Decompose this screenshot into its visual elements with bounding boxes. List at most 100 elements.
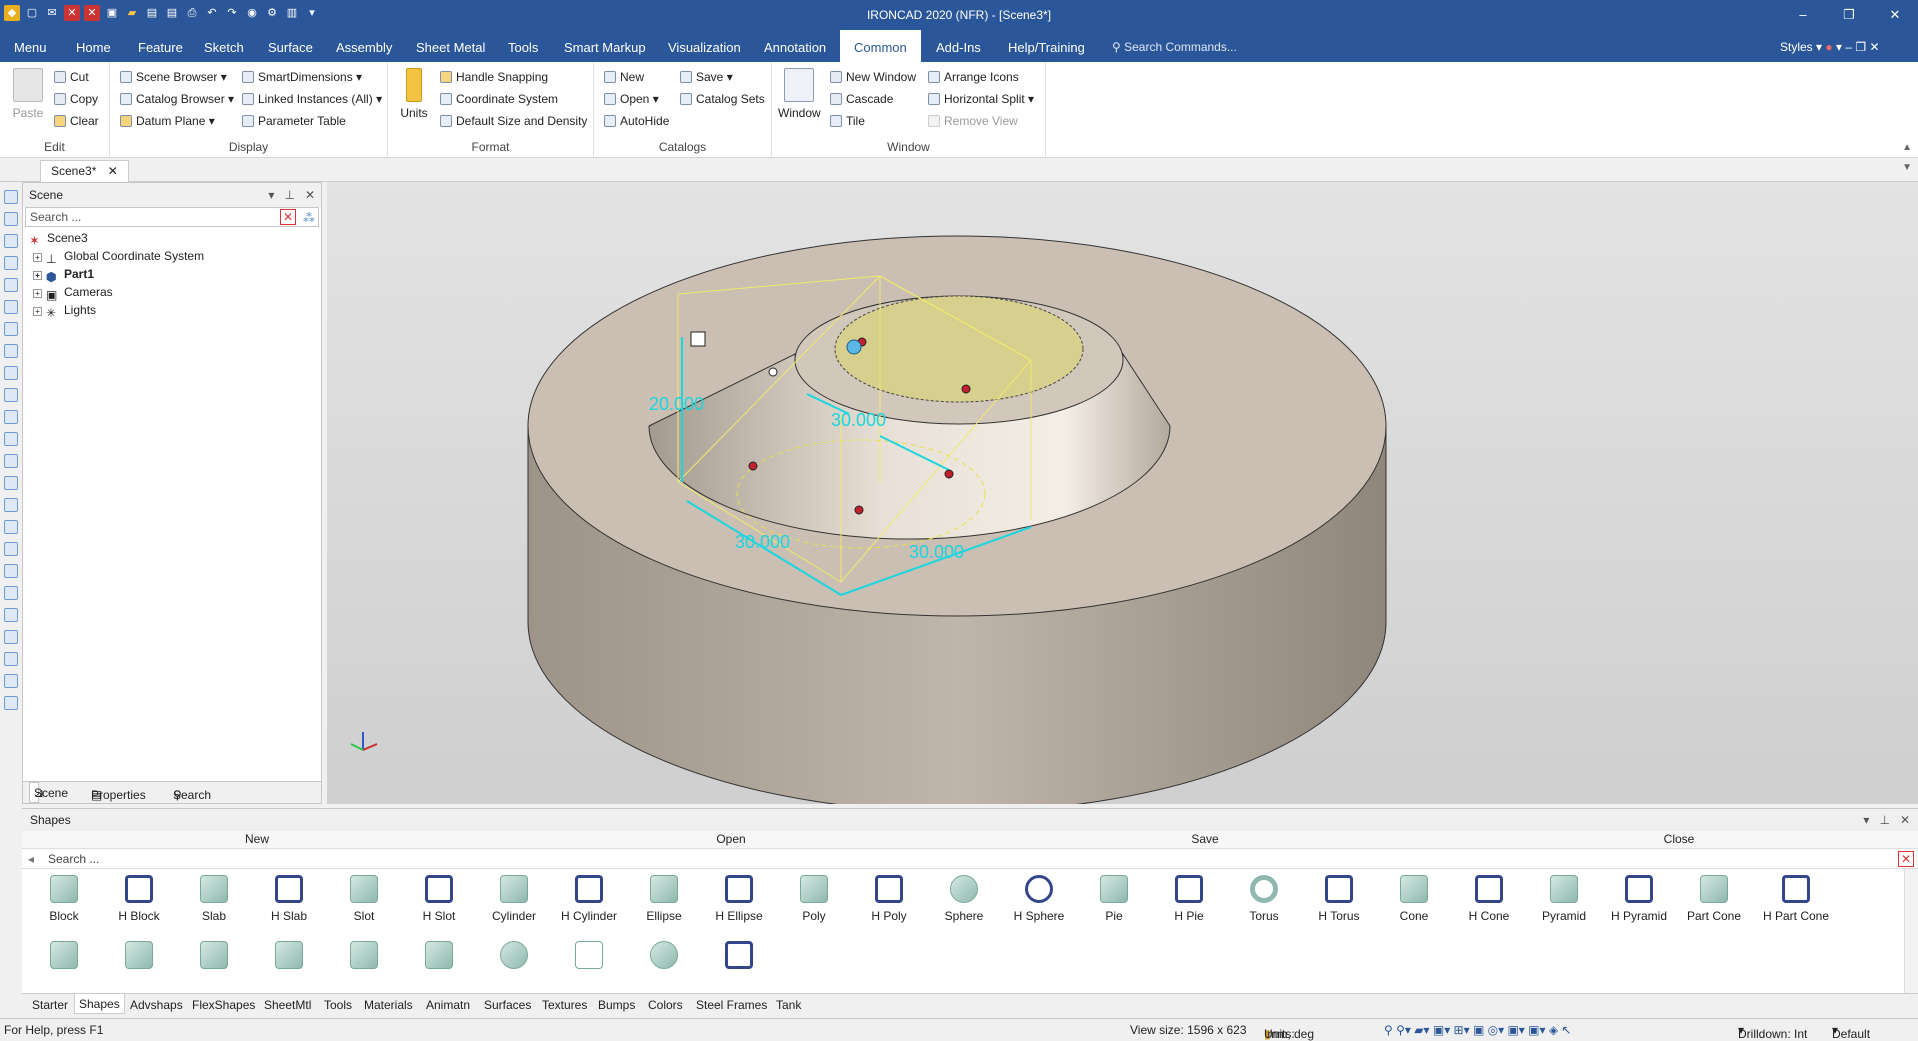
catalog-tab-steel-frames[interactable]: Steel Frames	[696, 998, 767, 1012]
shape-extra-4[interactable]	[251, 941, 327, 975]
cut-button[interactable]: Cut	[54, 70, 89, 84]
tab-feature[interactable]: Feature	[130, 30, 191, 62]
shapes-search-input[interactable]: ◂ Search ... ✕	[22, 849, 1918, 869]
tool-icon-14[interactable]	[4, 476, 18, 490]
tool-icon-10[interactable]	[4, 388, 18, 402]
selected-face[interactable]	[834, 295, 1084, 403]
catalog-tab-textures[interactable]: Textures	[542, 998, 587, 1012]
tool-icon-6[interactable]	[4, 300, 18, 314]
catalog-tab-flexshapes[interactable]: FlexShapes	[192, 998, 255, 1012]
shape-h-ellipse[interactable]: H Ellipse	[701, 875, 777, 923]
expand-icon[interactable]: +	[33, 289, 42, 298]
close-tab-icon[interactable]: ✕	[108, 164, 118, 178]
style-selector[interactable]: Default ▾	[1832, 1023, 1870, 1041]
catalog-tab-animatn[interactable]: Animatn	[426, 998, 470, 1012]
minimize-ribbon-icon[interactable]: –	[1845, 40, 1852, 54]
shape-h-pyramid[interactable]: H Pyramid	[1601, 875, 1677, 923]
catalog-browser-button[interactable]: Catalog Browser ▾	[120, 92, 234, 106]
styles-menu[interactable]: Styles ▾ ● ▾ – ❐ ✕	[1780, 40, 1880, 54]
shape-extra-9[interactable]	[626, 941, 702, 975]
tool-icon-16[interactable]	[4, 520, 18, 534]
catalog-tab-starter[interactable]: Starter	[32, 998, 68, 1012]
catalog-open-button[interactable]: Open	[496, 832, 966, 846]
filter-icon[interactable]: ⁂	[303, 209, 315, 227]
shape-extra-8[interactable]	[551, 941, 627, 975]
tool-icon-21[interactable]	[4, 630, 18, 644]
tile-button[interactable]: Tile	[830, 114, 865, 128]
shape-extra-5[interactable]	[326, 941, 402, 975]
shape-h-torus[interactable]: H Torus	[1301, 875, 1377, 923]
expand-icon[interactable]: +	[33, 307, 42, 316]
tool-icon-8[interactable]	[4, 344, 18, 358]
tool-icon-2[interactable]	[4, 212, 18, 226]
catalog-tab-shapes[interactable]: Shapes	[74, 994, 125, 1014]
tool-icon-5[interactable]	[4, 278, 18, 292]
tab-visualization[interactable]: Visualization	[660, 30, 749, 62]
coordinate-system-button[interactable]: Coordinate System	[440, 92, 558, 106]
units-display[interactable]: ▮ Units: mm, deg	[1264, 1023, 1314, 1041]
tab-assembly[interactable]: Assembly	[328, 30, 400, 62]
shape-h-pie[interactable]: H Pie	[1151, 875, 1227, 923]
shape-h-part-cone[interactable]: H Part Cone	[1751, 875, 1841, 923]
tool-icon-23[interactable]	[4, 674, 18, 688]
shape-cone[interactable]: Cone	[1376, 875, 1452, 923]
catalog-tab-tools[interactable]: Tools	[324, 998, 352, 1012]
catalog-tab-colors[interactable]: Colors	[648, 998, 683, 1012]
scene-browser-button[interactable]: Scene Browser ▾	[120, 70, 227, 84]
tool-icon-15[interactable]	[4, 498, 18, 512]
close-panel-icon[interactable]: ✕	[305, 188, 315, 202]
tab-tools[interactable]: Tools	[500, 30, 546, 62]
scene-search-input[interactable]: Search ... ✕ ⁂	[25, 207, 319, 227]
top-dimension-label[interactable]: 30.000	[831, 410, 886, 430]
arrange-icons-button[interactable]: Arrange Icons	[928, 70, 1019, 84]
shape-h-slot[interactable]: H Slot	[401, 875, 477, 923]
tool-icon-7[interactable]	[4, 322, 18, 336]
help-icon[interactable]: ●	[1825, 40, 1832, 54]
horizontal-split-button[interactable]: Horizontal Split ▾	[928, 92, 1034, 106]
catalog-tab-surfaces[interactable]: Surfaces	[484, 998, 531, 1012]
right-dimension-label[interactable]: 30.000	[909, 542, 964, 562]
tool-icon-4[interactable]	[4, 256, 18, 270]
shape-h-poly[interactable]: H Poly	[851, 875, 927, 923]
copy-button[interactable]: Copy	[54, 92, 98, 106]
tab-home[interactable]: Home	[68, 30, 119, 62]
pin-icon[interactable]: ⊥	[284, 188, 294, 202]
tree-item-cameras[interactable]: + ▣ Cameras	[27, 283, 317, 302]
smart-dimensions-button[interactable]: SmartDimensions ▾	[242, 70, 362, 84]
shape-h-cylinder[interactable]: H Cylinder	[551, 875, 627, 923]
tree-item-global-coordinate-system[interactable]: + ⊥ Global Coordinate System	[27, 247, 317, 266]
height-dimension-label[interactable]: 20.000	[649, 394, 704, 414]
tool-icon-3[interactable]	[4, 234, 18, 248]
catalog-save-button[interactable]: Save ▾	[680, 70, 733, 84]
datum-plane-button[interactable]: Datum Plane ▾	[120, 114, 215, 128]
catalog-save-button[interactable]: Save	[970, 832, 1440, 846]
tool-icon-19[interactable]	[4, 586, 18, 600]
new-window-button[interactable]: New Window	[830, 70, 916, 84]
shape-cylinder[interactable]: Cylinder	[476, 875, 552, 923]
remove-view-button[interactable]: Remove View	[928, 114, 1018, 128]
linked-instances-button[interactable]: Linked Instances (All) ▾	[242, 92, 382, 106]
tab-help-training[interactable]: Help/Training	[1000, 30, 1093, 62]
3d-viewport[interactable]: 20.000 30.000 30.000 30.000	[327, 182, 1918, 804]
autohide-button[interactable]: AutoHide	[604, 114, 669, 128]
tab-sketch[interactable]: Sketch	[196, 30, 252, 62]
shape-h-block[interactable]: H Block	[101, 875, 177, 923]
catalog-new-button[interactable]: New	[22, 832, 492, 846]
model-view[interactable]: 20.000 30.000 30.000 30.000	[327, 182, 1918, 804]
document-tab-scene3[interactable]: Scene3* ✕	[40, 160, 129, 182]
tool-icon-22[interactable]	[4, 652, 18, 666]
tool-icon-12[interactable]	[4, 432, 18, 446]
tool-icon-24[interactable]	[4, 696, 18, 710]
clear-search-icon[interactable]: ✕	[280, 209, 296, 225]
close-panel-icon[interactable]: ✕	[1900, 813, 1910, 827]
shape-slot[interactable]: Slot	[326, 875, 402, 923]
catalog-tab-tank[interactable]: Tank	[776, 998, 801, 1012]
shape-sphere[interactable]: Sphere	[926, 875, 1002, 923]
shape-slab[interactable]: Slab	[176, 875, 252, 923]
parameter-table-button[interactable]: Parameter Table	[242, 114, 346, 128]
catalog-new-button[interactable]: New	[604, 70, 644, 84]
close-icon[interactable]: ✕	[1872, 0, 1918, 30]
ribbon-collapse-icon[interactable]: ▲	[1902, 142, 1912, 153]
tab-add-ins[interactable]: Add-Ins	[928, 30, 989, 62]
restore-icon[interactable]: ❐	[1826, 0, 1872, 30]
